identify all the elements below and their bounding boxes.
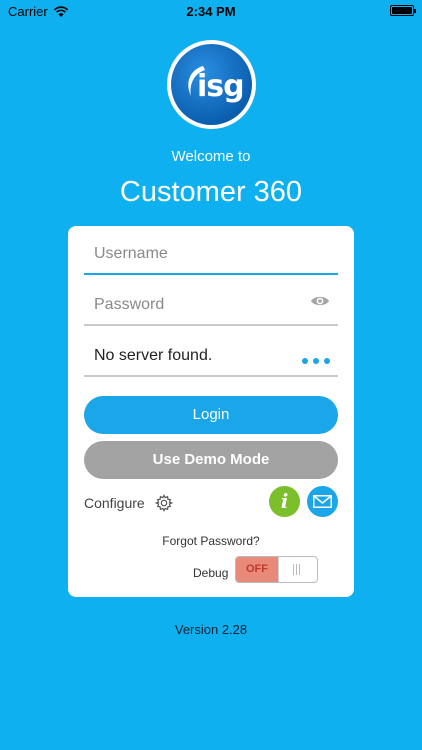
- debug-toggle-state: OFF: [236, 557, 279, 582]
- version-text: Version 2.28: [174, 622, 248, 637]
- demo-mode-button[interactable]: Use Demo Mode: [84, 441, 338, 479]
- configure-label: Configure: [84, 495, 145, 511]
- configure-link[interactable]: Configure: [84, 494, 173, 512]
- forgot-password-link[interactable]: Forgot Password?: [68, 534, 354, 548]
- login-card: No server found. Login Use Demo Mode Con…: [68, 226, 354, 597]
- welcome-text: Welcome to: [171, 148, 251, 165]
- username-field: [84, 239, 338, 275]
- password-field: [84, 290, 338, 326]
- debug-label: Debug: [193, 566, 229, 580]
- info-icon[interactable]: i: [269, 486, 300, 517]
- status-bar: Carrier 2:34 PM: [0, 0, 422, 22]
- app-title: Customer 360: [119, 176, 303, 208]
- battery-icon: [390, 5, 416, 16]
- isg-logo: isg: [167, 40, 256, 129]
- server-field[interactable]: No server found.: [84, 341, 338, 377]
- mail-icon[interactable]: [307, 486, 338, 517]
- status-time: 2:34 PM: [186, 4, 236, 19]
- server-status-text: No server found.: [94, 347, 213, 364]
- eye-icon[interactable]: [310, 294, 330, 308]
- username-input[interactable]: [84, 239, 284, 269]
- more-dots-icon[interactable]: [302, 358, 330, 364]
- login-button[interactable]: Login: [84, 396, 338, 434]
- toggle-grip-icon: [293, 564, 300, 575]
- password-input[interactable]: [84, 290, 284, 320]
- logo-text: isg: [197, 69, 245, 104]
- debug-toggle[interactable]: OFF: [235, 556, 318, 583]
- gear-icon[interactable]: [154, 494, 173, 512]
